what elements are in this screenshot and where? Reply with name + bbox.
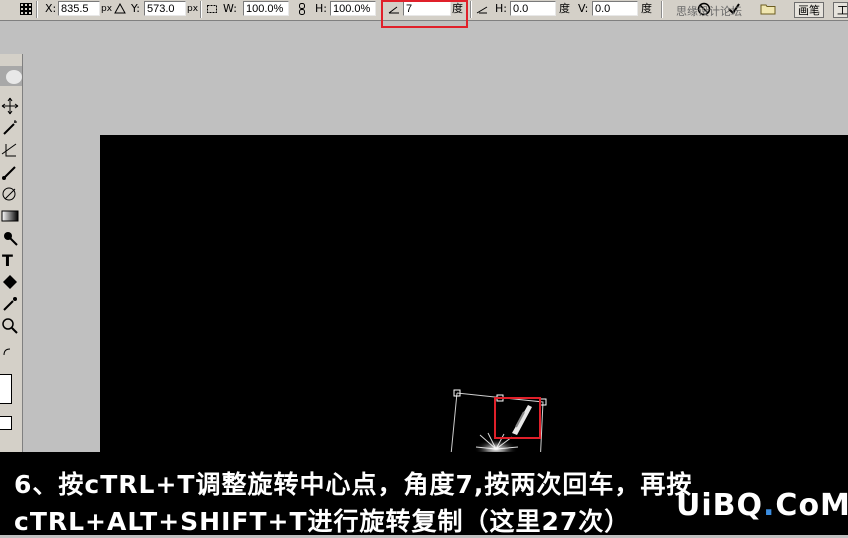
horizontal-skew-field[interactable]: 0.0 — [510, 1, 556, 16]
brush-tool-icon[interactable] — [0, 162, 20, 182]
separator — [200, 1, 202, 18]
x-position-field[interactable]: 835.5 — [58, 1, 100, 16]
swap-colors-icon[interactable] — [0, 342, 20, 356]
forum-watermark: 思缘设计论坛 — [676, 5, 742, 18]
w-label: W: — [223, 2, 237, 15]
separator — [661, 1, 663, 18]
history-brush-icon[interactable] — [0, 184, 20, 204]
y-label: Y: — [131, 2, 140, 15]
logo-part-3: CoM — [775, 488, 848, 523]
move-tool-icon[interactable] — [0, 96, 20, 116]
gradient-tool-icon[interactable] — [0, 206, 20, 226]
site-logo: UiBQ.CoM — [676, 488, 848, 523]
zoom-tool-icon[interactable] — [0, 316, 20, 336]
toolbox-header[interactable] — [0, 56, 22, 86]
photoshop-eye-icon — [0, 66, 22, 86]
streak-highlight-box — [494, 397, 541, 439]
skew-icon — [476, 6, 488, 14]
quick-mask-icon[interactable] — [0, 416, 12, 430]
x-unit-icon: px — [101, 4, 113, 14]
h-label: H: — [315, 2, 327, 15]
foreground-color-swatch[interactable] — [0, 374, 12, 404]
skew-h-label: H: — [495, 2, 507, 15]
document-canvas[interactable] — [100, 135, 848, 465]
logo-part-1: UiBQ — [676, 488, 764, 523]
width-scale-icon — [207, 5, 217, 13]
tab-tool-presets[interactable]: 工 — [833, 2, 848, 18]
link-chain-icon[interactable] — [296, 3, 308, 15]
magic-wand-icon[interactable] — [0, 118, 20, 138]
eyedropper-icon[interactable] — [0, 294, 20, 314]
width-field[interactable]: 100.0% — [243, 1, 289, 16]
shape-tool-icon[interactable] — [0, 272, 20, 292]
skew-v-unit: 度 — [641, 2, 652, 15]
folder-icon[interactable] — [760, 3, 776, 15]
transform-preview — [449, 389, 547, 465]
vertical-skew-field[interactable]: 0.0 — [592, 1, 638, 16]
caption-line-2: cTRL+ALT+SHIFT+T进行旋转复制（这里27次） — [14, 507, 631, 536]
caption-line-1: 6、按cTRL+T调整旋转中心点，角度7,按两次回车，再按 — [14, 470, 693, 499]
angle-highlight-box — [381, 0, 468, 28]
dodge-tool-icon[interactable] — [0, 228, 20, 248]
height-field[interactable]: 100.0% — [330, 1, 376, 16]
reference-point-icon[interactable] — [20, 3, 32, 15]
tab-brushes[interactable]: 画笔 — [794, 2, 824, 18]
svg-text:T: T — [2, 251, 13, 270]
relative-position-triangle-icon[interactable] — [114, 3, 126, 15]
y-position-field[interactable]: 573.0 — [144, 1, 186, 16]
y-unit-icon: px — [187, 4, 199, 14]
type-tool-icon[interactable]: T — [0, 250, 20, 270]
skew-v-label: V: — [578, 2, 589, 15]
skew-h-unit: 度 — [559, 2, 570, 15]
logo-dot: . — [763, 488, 776, 523]
toolbox: T — [0, 54, 23, 454]
crop-tool-icon[interactable] — [0, 140, 20, 160]
x-label: X: — [45, 2, 57, 15]
separator — [36, 1, 38, 18]
separator — [470, 1, 472, 18]
